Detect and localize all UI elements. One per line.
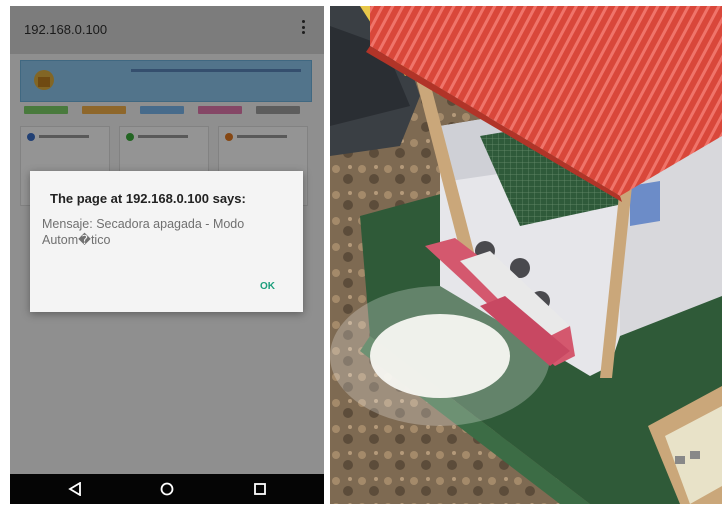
alert-dialog: The page at 192.168.0.100 says: Mensaje:… xyxy=(30,171,303,312)
circle-home-icon[interactable] xyxy=(159,482,175,496)
dialog-message: Mensaje: Secadora apagada - Modo Autom�t… xyxy=(42,217,245,247)
dialog-title: The page at 192.168.0.100 says: xyxy=(50,191,246,206)
triangle-back-icon[interactable] xyxy=(67,482,83,496)
square-recents-icon[interactable] xyxy=(252,482,268,496)
ok-button[interactable]: OK xyxy=(260,281,275,292)
android-nav-bar xyxy=(10,474,324,504)
photo-scene xyxy=(330,6,722,504)
model-house-photo xyxy=(330,6,722,504)
phone-screenshot: 192.168.0.100 The page at 192.168.0.100 … xyxy=(10,6,324,504)
